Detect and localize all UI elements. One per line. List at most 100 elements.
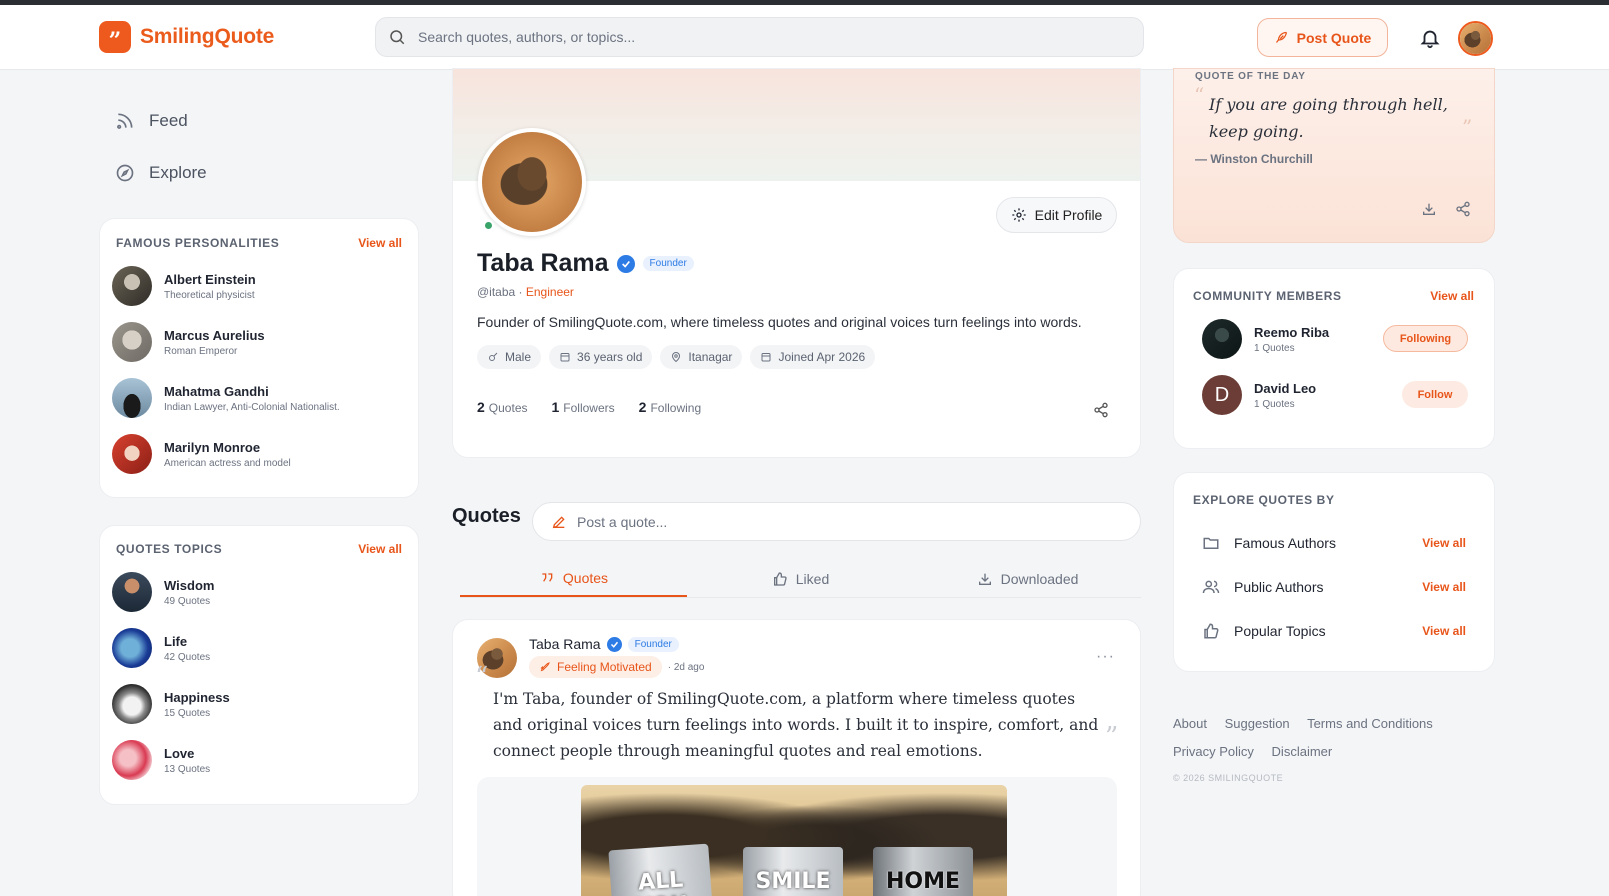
card-title: Community Members [1193,289,1342,303]
tab-liked[interactable]: Liked [687,560,914,597]
explore-label: Popular Topics [1234,623,1326,639]
image-cup: HOME [873,847,973,896]
profile-handle: @itaba · Engineer [477,285,574,299]
stat-count: 2 [638,399,647,415]
close-quote-icon: ” [1105,722,1119,752]
list-item[interactable]: Marilyn Monroe American actress and model [100,426,418,482]
person-name: Marcus Aurelius [164,327,265,343]
quotes-heading: Quotes [452,505,521,527]
stat-label: Followers [563,401,615,415]
view-all-link[interactable]: View all [1430,289,1474,303]
person-name: Mahatma Gandhi [164,383,269,399]
list-item[interactable]: Mahatma Gandhi Indian Lawyer, Anti-Coloni… [100,370,418,426]
list-item[interactable]: Love 13 Quotes [100,732,418,788]
person-sub: Indian Lawyer, Anti-Colonial Nationalist… [164,401,340,413]
feather-icon [1275,31,1287,43]
stat-following[interactable]: 2 Following [639,399,702,415]
verified-icon [606,636,622,652]
nav-item-feed[interactable]: Feed [99,95,419,147]
tab-label: Quotes [562,569,609,586]
rocket-icon [540,662,550,672]
logo[interactable]: ” SmilingQuote [99,21,274,53]
topic-image [112,684,152,724]
chip-label: Itanagar [688,350,733,364]
footer-link-about[interactable]: About [1173,716,1207,731]
founder-badge: Founder [642,256,694,271]
profile-bio: Founder of SmilingQuote.com, where timel… [477,314,1082,330]
open-quote-icon: “ [475,662,489,692]
stat-followers[interactable]: 1 Followers [552,399,615,415]
avatar [1202,319,1242,359]
post-text: I'm Taba, founder of SmilingQuote.com, a… [493,690,1099,760]
list-item[interactable]: Life 42 Quotes [100,620,418,676]
users-icon [1202,580,1220,594]
topic-count: 49 Quotes [164,595,211,607]
explore-row-popular-topics[interactable]: Popular Topics View all [1174,609,1494,653]
profile-name: Taba Rama [477,249,609,277]
explore-quotes-card: Explore Quotes By Famous Authors View al… [1173,472,1495,672]
left-nav: Feed Explore [99,95,419,199]
card-title: Explore Quotes By [1193,493,1335,507]
post-author-row: Taba Rama Founder [529,636,679,652]
calendar-icon [761,353,771,362]
footer-link-suggestion[interactable]: Suggestion [1225,716,1290,731]
copyright: © 2026 SMILINGQUOTE [1173,773,1284,783]
follow-button[interactable]: Follow [1402,381,1468,408]
post-media[interactable]: ALL YOU SMILE HOME [477,777,1117,896]
list-item[interactable]: Happiness 15 Quotes [100,676,418,732]
view-all-link[interactable]: View all [358,236,402,250]
list-item[interactable]: Wisdom 49 Quotes [100,564,418,620]
download-icon[interactable] [1421,201,1437,217]
tab-downloaded[interactable]: Downloaded [914,560,1141,597]
search-bar[interactable] [375,17,1144,57]
view-all-link[interactable]: View all [1422,536,1466,550]
thumbs-up-icon [1204,623,1219,639]
explore-row-public-authors[interactable]: Public Authors View all [1174,565,1494,609]
member-sub: 1 Quotes [1254,398,1295,410]
card-title: Famous Personalities [116,236,280,250]
more-options-icon[interactable]: ··· [1096,648,1115,666]
post-quote-field[interactable] [532,502,1141,541]
bell-icon[interactable] [1419,27,1441,49]
person-name: Albert Einstein [164,271,256,287]
profile-chips: Male 36 years old Itanagar Joined Apr 20… [477,345,876,369]
footer-links: About Suggestion Terms and Conditions Pr… [1173,710,1473,766]
share-icon[interactable] [1455,201,1471,217]
list-item[interactable]: Marcus Aurelius Roman Emperor [100,314,418,370]
post-quote-input[interactable] [577,513,1117,530]
topic-name: Wisdom [164,577,215,593]
post-author-name[interactable]: Taba Rama [529,636,601,652]
person-sub: Roman Emperor [164,345,238,357]
footer-link-privacy[interactable]: Privacy Policy [1173,744,1254,759]
card-title: Quotes Topics [116,542,223,556]
top-header: ” SmilingQuote Post Quote [0,5,1609,70]
stat-quotes[interactable]: 2 Quotes [477,399,528,415]
view-all-link[interactable]: View all [1422,580,1466,594]
nav-item-explore[interactable]: Explore [99,147,419,199]
profile-avatar[interactable] [478,128,586,236]
occupation: Engineer [525,285,574,299]
footer-link-terms[interactable]: Terms and Conditions [1307,716,1433,731]
avatar [112,322,152,362]
view-all-link[interactable]: View all [1422,624,1466,638]
user-avatar[interactable] [1458,21,1493,56]
search-input[interactable] [418,29,1098,45]
post-quote-button[interactable]: Post Quote [1257,18,1388,57]
topic-image [112,572,152,612]
calendar-icon [560,353,570,362]
avatar [112,266,152,306]
list-item[interactable]: Albert Einstein Theoretical physicist [100,258,418,314]
member-row[interactable]: Reemo Riba 1 Quotes Following [1174,311,1494,367]
explore-row-famous-authors[interactable]: Famous Authors View all [1174,521,1494,565]
share-icon[interactable] [1093,402,1109,418]
member-row[interactable]: D David Leo 1 Quotes Follow [1174,367,1494,423]
qotd-text: If you are going through hell, keep goin… [1209,95,1448,141]
tab-quotes[interactable]: Quotes [460,560,687,597]
edit-profile-button[interactable]: Edit Profile [996,197,1117,233]
avatar-initial: D [1214,383,1230,406]
compass-icon [116,164,134,182]
following-button[interactable]: Following [1383,325,1468,352]
view-all-link[interactable]: View all [358,542,402,556]
avatar: D [1202,375,1242,415]
footer-link-disclaimer[interactable]: Disclaimer [1272,744,1333,759]
